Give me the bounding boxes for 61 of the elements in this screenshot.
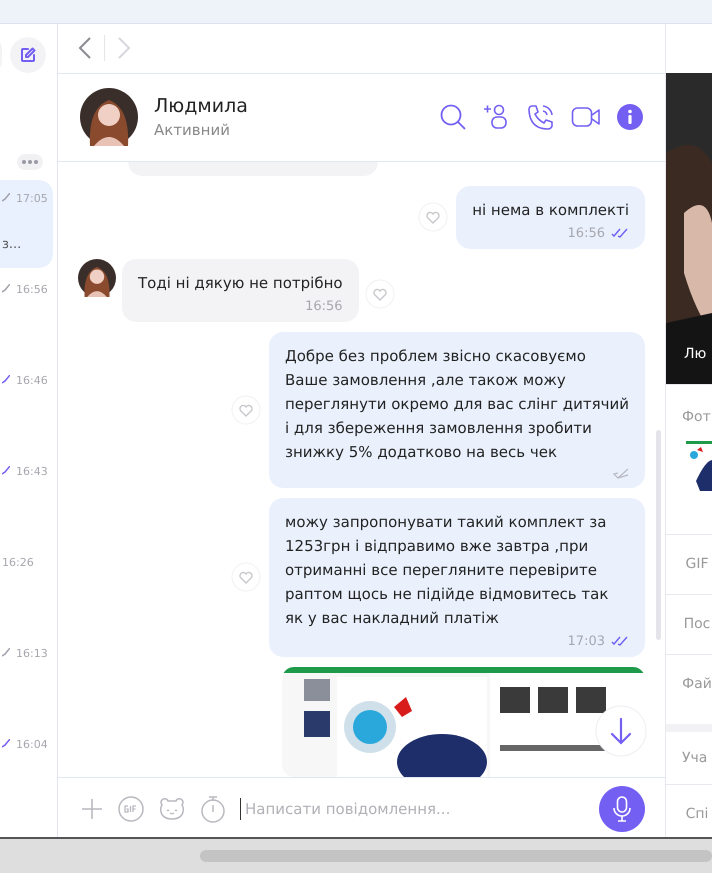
plus-icon[interactable] — [80, 797, 104, 822]
avatar[interactable] — [80, 88, 138, 146]
sticker-icon[interactable] — [158, 796, 186, 822]
chat-list-item[interactable]: 16:43 — [0, 452, 57, 544]
chat-list-item[interactable]: 17:05 з... — [0, 180, 53, 268]
back-icon[interactable] — [78, 36, 92, 60]
info-section[interactable]: Уча — [666, 724, 712, 784]
chat-time: 16:43 — [16, 464, 48, 478]
chat-list-item[interactable]: 16:13 — [0, 634, 57, 726]
message-time: 16:56 — [568, 226, 605, 241]
info-icon[interactable] — [617, 104, 643, 130]
scrollbar[interactable] — [200, 850, 712, 862]
voice-message-button[interactable] — [599, 786, 645, 832]
check-icon — [2, 648, 10, 658]
section-title: Уча — [682, 750, 708, 766]
photo-caption: Лю — [684, 346, 706, 362]
section-title: Фот — [682, 408, 712, 425]
check-icon — [2, 739, 10, 750]
compose-button[interactable] — [10, 36, 46, 73]
message-text: Тоді ні дякую не потрібно — [138, 272, 343, 294]
microphone-icon — [613, 796, 631, 822]
check-icon — [2, 466, 10, 476]
message-time: 17:03 — [568, 634, 605, 649]
check-icon — [2, 193, 10, 204]
chat-list-item[interactable]: 16:04 — [0, 726, 57, 817]
chat-time: 16:56 — [16, 282, 48, 296]
scrollbar[interactable] — [656, 430, 661, 640]
chat-time: 16:04 — [16, 738, 48, 751]
info-section[interactable]: Фай — [666, 654, 712, 714]
info-section[interactable]: Фот — [666, 384, 712, 534]
scroll-down-button[interactable] — [595, 704, 647, 757]
check-icon — [2, 375, 10, 386]
forward-icon[interactable] — [117, 36, 131, 60]
contact-status: Активний — [154, 121, 231, 140]
search-icon[interactable] — [439, 103, 467, 132]
chat-list-item[interactable]: 16:26 — [0, 544, 57, 635]
chat-time: 16:26 — [2, 556, 34, 569]
contact-name: Людмила — [154, 95, 248, 118]
section-title: Пос — [684, 616, 710, 632]
chat-time: 17:05 — [16, 192, 48, 205]
gif-icon[interactable] — [118, 796, 144, 822]
chat-preview: з... — [2, 236, 22, 252]
message-text: ні нема в комплекті — [472, 200, 629, 221]
check-icon — [2, 284, 10, 294]
message-text: можу запропонувати такий комплект за 1253грн і відправимо вже завтра ,при отриманні все перегляните перевірите раптом щось не підійде відмовитесь так як у вас накладний платіж — [285, 512, 610, 629]
chat-list-item[interactable]: 16:56 — [0, 270, 57, 362]
section-title: GIF — [685, 556, 709, 572]
chat-time: 16:46 — [16, 374, 48, 387]
chat-list-item[interactable]: 16:46 — [0, 362, 57, 453]
timer-icon[interactable] — [200, 795, 226, 824]
section-title: Спі — [686, 806, 708, 822]
call-icon[interactable] — [527, 103, 555, 132]
section-title: Фай — [682, 676, 712, 692]
edit-icon — [19, 46, 37, 64]
info-section[interactable]: GIF — [666, 534, 712, 594]
chat-time: 16:13 — [16, 646, 48, 660]
message-time: 16:56 — [305, 298, 343, 314]
message-text: Добре без проблем звісно скасовуємо Ваше замовлення ,але також можу переглянути окремо для вас слінг дитячий і для збереження замовлення зробити знижку 5% додатково на весь чек — [285, 346, 629, 463]
more-icon[interactable] — [17, 154, 43, 170]
info-section[interactable]: Пос — [666, 594, 712, 654]
avatar[interactable] — [78, 258, 116, 297]
